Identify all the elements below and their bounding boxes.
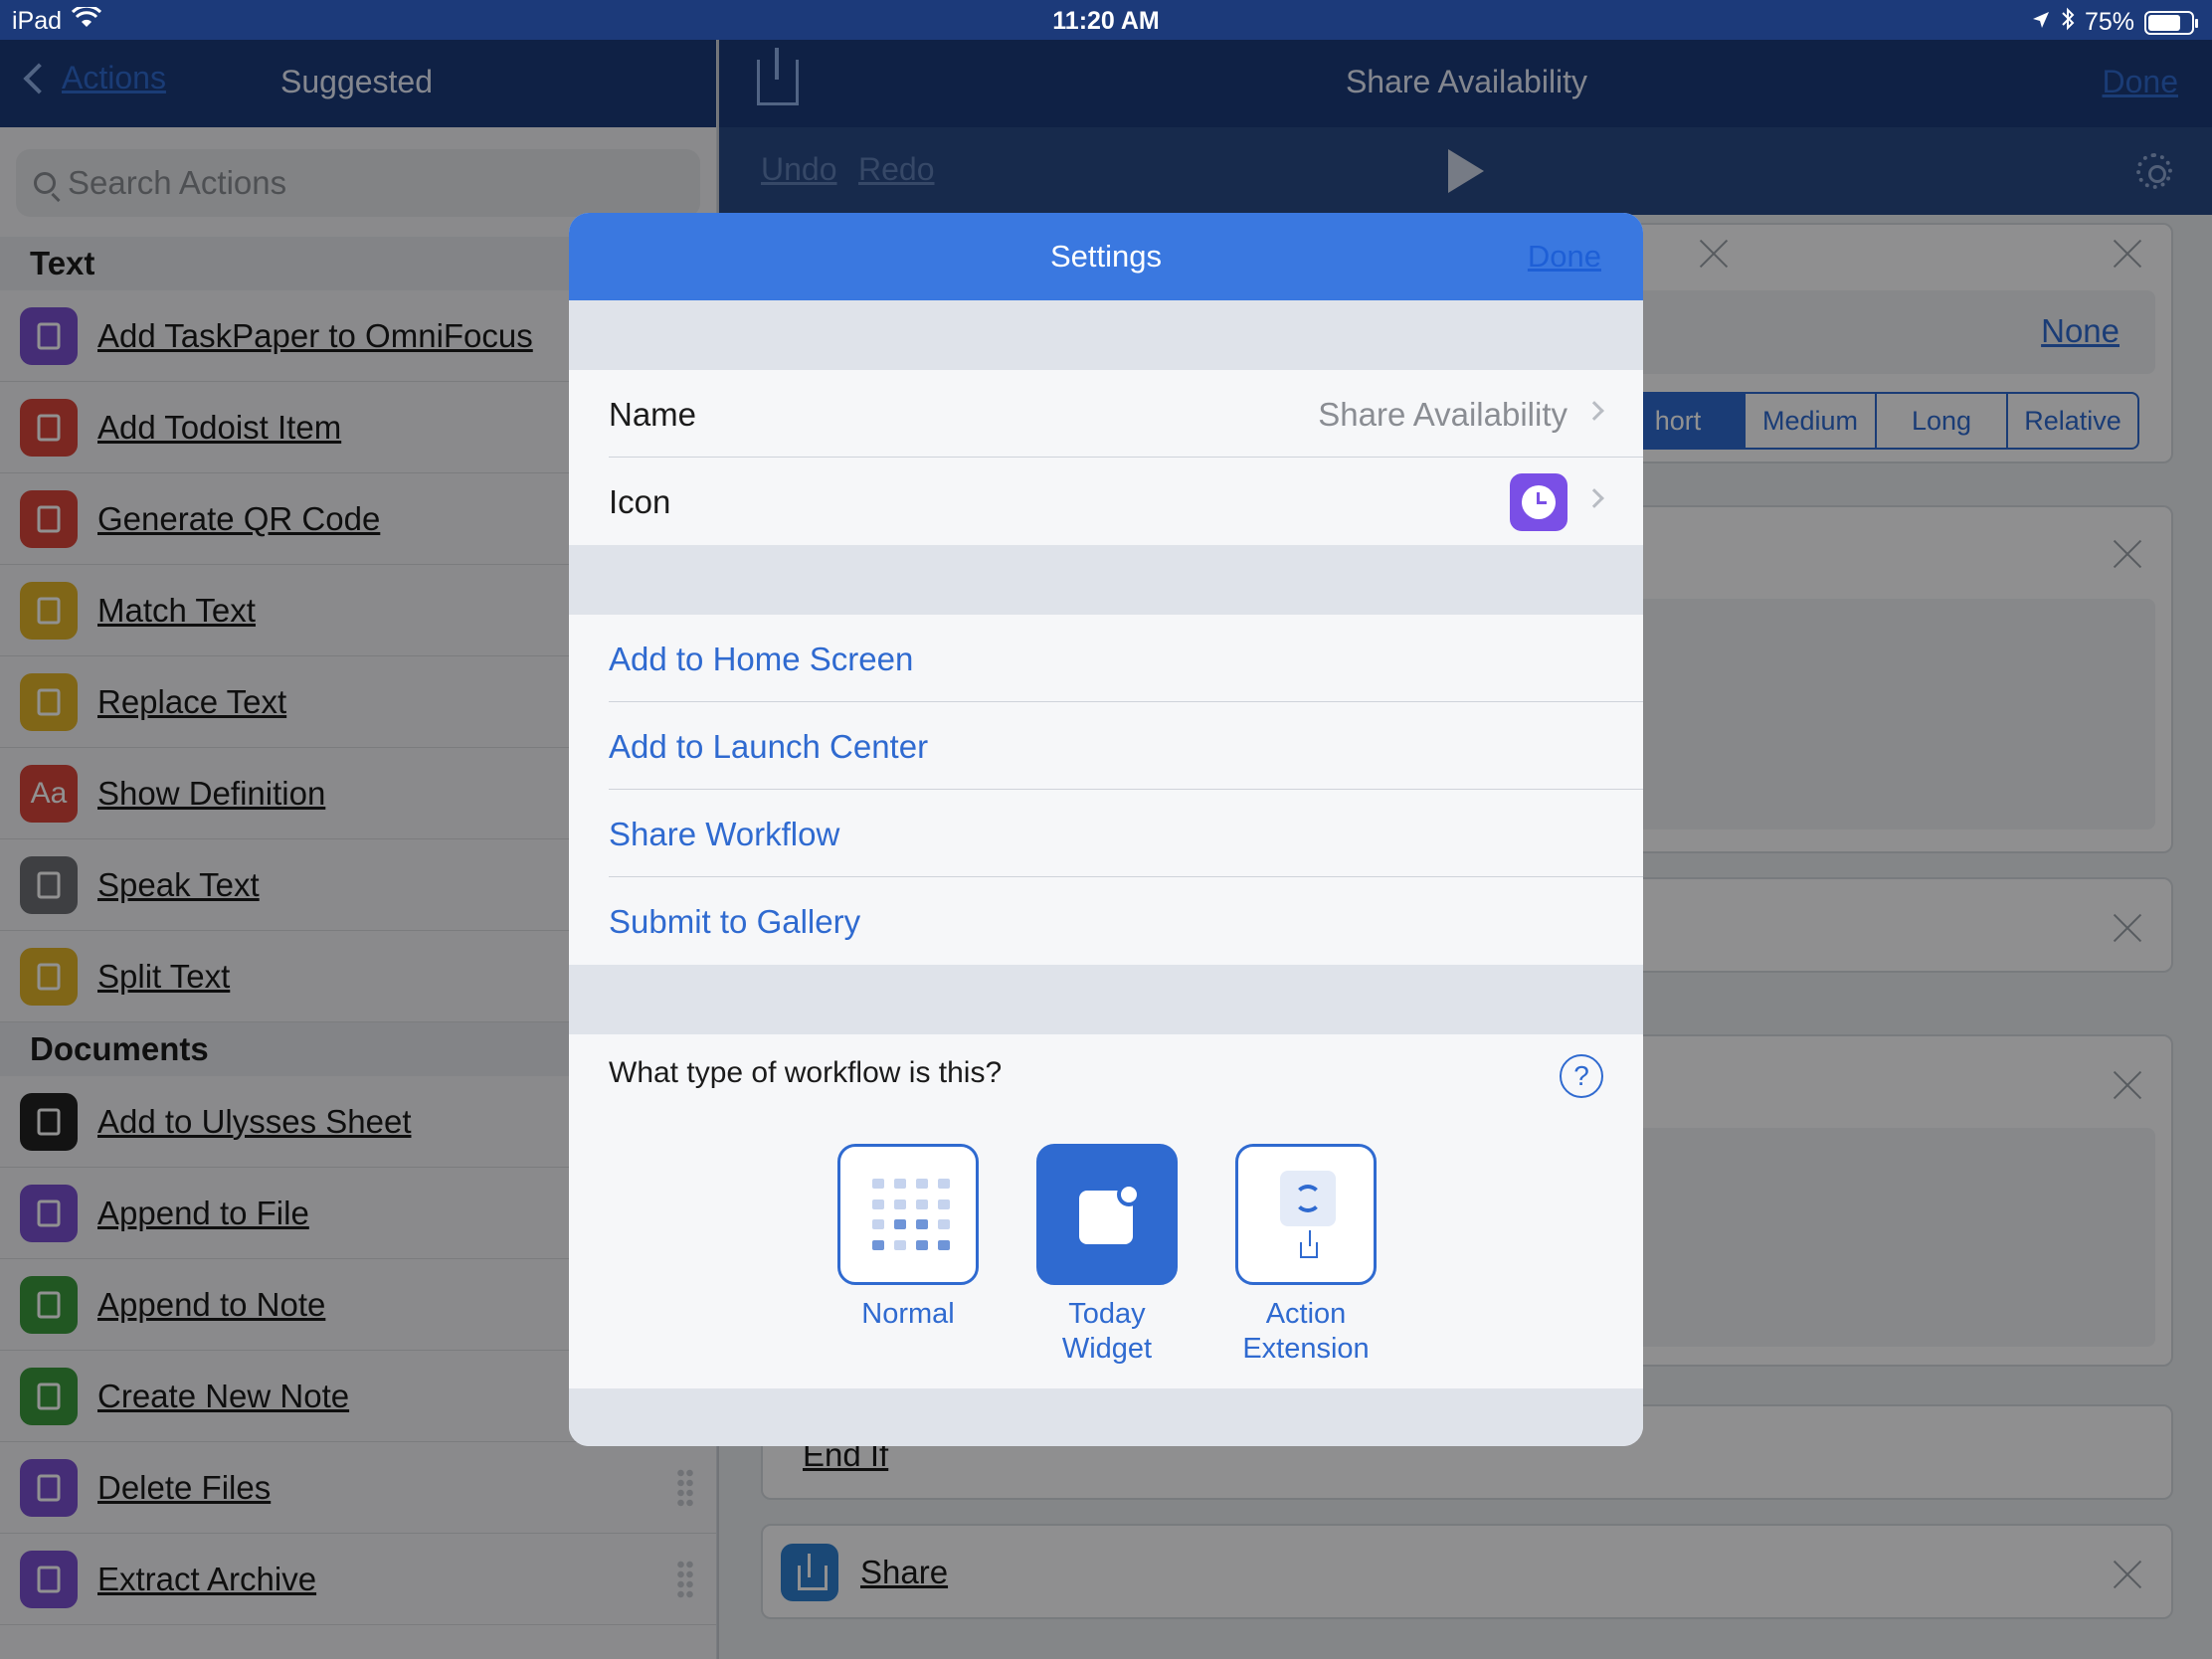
name-row[interactable]: Name Share Availability bbox=[569, 370, 1643, 458]
help-icon[interactable]: ? bbox=[1560, 1054, 1603, 1098]
location-icon bbox=[2031, 8, 2051, 37]
type-today-widget-label: Today Widget bbox=[1061, 1298, 1153, 1365]
icon-label: Icon bbox=[609, 483, 671, 520]
today-widget-icon bbox=[1036, 1144, 1178, 1285]
name-value: Share Availability bbox=[1318, 396, 1567, 433]
section-spacer bbox=[569, 300, 1643, 370]
workflow-icon bbox=[1510, 473, 1567, 531]
type-today-widget[interactable]: Today Widget bbox=[1036, 1144, 1178, 1367]
add-to-home-screen-link[interactable]: Add to Home Screen bbox=[609, 641, 913, 678]
chevron-right-icon bbox=[1584, 401, 1604, 421]
bluetooth-icon bbox=[2061, 7, 2075, 38]
submit-to-gallery-row[interactable]: Submit to Gallery bbox=[569, 877, 1643, 965]
settings-header: Settings Done bbox=[569, 213, 1643, 300]
battery-icon bbox=[2144, 10, 2198, 35]
status-time: 11:20 AM bbox=[1052, 7, 1160, 35]
type-action-extension[interactable]: Action Extension bbox=[1235, 1144, 1377, 1367]
settings-modal: Settings Done Name Share Availability Ic… bbox=[569, 213, 1643, 1446]
settings-title: Settings bbox=[1049, 239, 1162, 274]
type-action-extension-label: Action Extension bbox=[1242, 1298, 1370, 1365]
action-extension-icon bbox=[1235, 1144, 1377, 1285]
add-to-launch-center-row[interactable]: Add to Launch Center bbox=[569, 702, 1643, 790]
settings-done-button[interactable]: Done bbox=[1528, 239, 1601, 275]
share-workflow-link[interactable]: Share Workflow bbox=[609, 816, 839, 853]
battery-percent: 75% bbox=[2084, 8, 2134, 36]
add-to-launch-center-link[interactable]: Add to Launch Center bbox=[609, 728, 928, 766]
name-label: Name bbox=[609, 396, 697, 433]
share-workflow-row[interactable]: Share Workflow bbox=[569, 790, 1643, 877]
section-spacer bbox=[569, 1388, 1643, 1446]
submit-to-gallery-link[interactable]: Submit to Gallery bbox=[609, 903, 860, 941]
add-to-home-screen-row[interactable]: Add to Home Screen bbox=[569, 615, 1643, 702]
section-spacer bbox=[569, 545, 1643, 615]
workflow-type-question: What type of workflow is this? bbox=[609, 1056, 1003, 1089]
section-spacer bbox=[569, 965, 1643, 1034]
type-normal[interactable]: Normal bbox=[837, 1144, 979, 1332]
clock-icon bbox=[1522, 485, 1556, 519]
icon-row[interactable]: Icon bbox=[569, 458, 1643, 545]
status-bar: iPad 11:20 AM 75% bbox=[0, 0, 2212, 40]
workflow-type-section: What type of workflow is this? ? Normal … bbox=[569, 1034, 1643, 1388]
type-normal-label: Normal bbox=[861, 1298, 955, 1330]
chevron-right-icon bbox=[1584, 488, 1604, 508]
normal-workflow-icon bbox=[837, 1144, 979, 1285]
